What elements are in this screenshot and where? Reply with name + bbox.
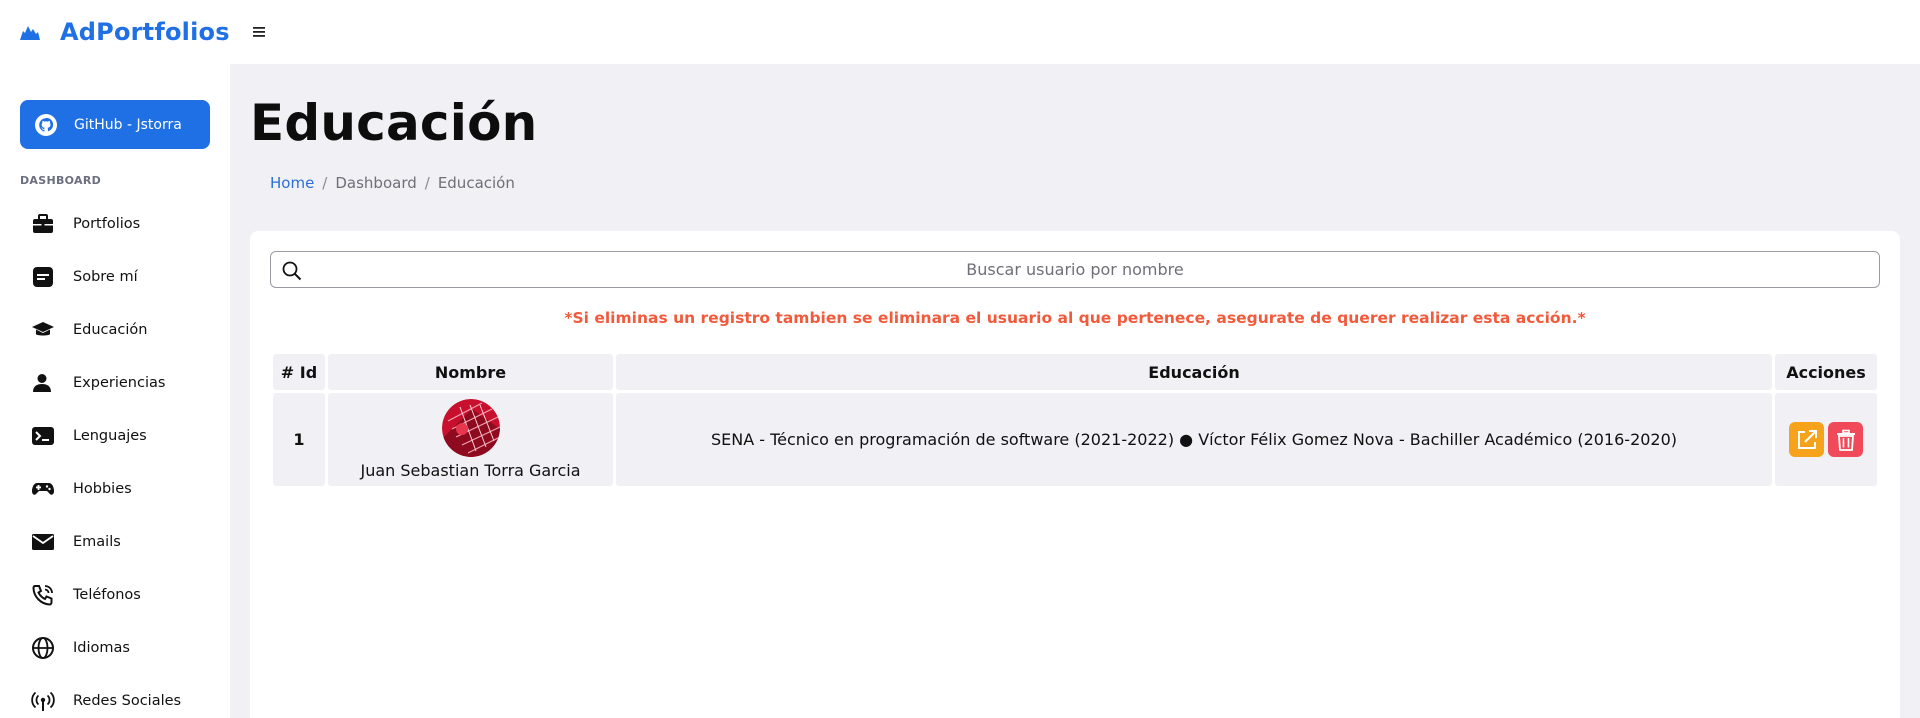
- sidebar-item-redes-sociales[interactable]: Redes Sociales: [0, 674, 230, 718]
- column-header-name: Nombre: [328, 354, 613, 390]
- breadcrumb-separator: /: [322, 174, 328, 192]
- user-icon: [33, 373, 51, 392]
- education-table: # Id Nombre Educación Acciones 1 Juan Se…: [270, 351, 1880, 489]
- search-box: [270, 251, 1880, 288]
- broadcast-icon: [31, 691, 55, 711]
- sidebar: GitHub - Jstorra DASHBOARD Portfolios So…: [0, 64, 230, 718]
- page-title: Educación: [250, 94, 538, 152]
- sidebar-item-experiencias[interactable]: Experiencias: [0, 356, 230, 409]
- row-actions: [1775, 422, 1877, 457]
- main-content: Educación Home / Dashboard / Educación *…: [230, 64, 1920, 718]
- sidebar-item-label: Redes Sociales: [73, 692, 182, 709]
- sidebar-item-label: Educación: [73, 321, 148, 338]
- breadcrumb: Home / Dashboard / Educación: [270, 174, 515, 192]
- breadcrumb-home-link[interactable]: Home: [270, 174, 314, 192]
- sidebar-nav: Portfolios Sobre mí Educación Experienci…: [0, 197, 230, 718]
- envelope-icon: [32, 533, 54, 550]
- edit-button[interactable]: [1789, 422, 1824, 457]
- row-education: SENA - Técnico en programación de softwa…: [616, 393, 1772, 486]
- delete-button[interactable]: [1828, 422, 1863, 457]
- sidebar-item-educacion[interactable]: Educación: [0, 303, 230, 356]
- breadcrumb-separator: /: [424, 174, 430, 192]
- graduation-cap-icon: [32, 321, 54, 335]
- sidebar-item-label: Lenguajes: [73, 427, 147, 444]
- sidebar-item-label: Sobre mí: [73, 268, 138, 285]
- github-icon: [35, 113, 57, 136]
- sidebar-item-label: Hobbies: [73, 480, 132, 497]
- sidebar-item-portfolios[interactable]: Portfolios: [0, 197, 230, 250]
- github-button-label: GitHub - Jstorra: [74, 116, 182, 133]
- breadcrumb-dashboard: Dashboard: [335, 174, 417, 192]
- trash-icon: [1836, 429, 1855, 451]
- row-actions-cell: [1775, 393, 1877, 486]
- row-name: Juan Sebastian Torra Garcia: [360, 461, 581, 480]
- search-icon: [282, 261, 302, 281]
- note-icon: [33, 266, 53, 287]
- row-id: 1: [273, 393, 325, 486]
- sidebar-item-telefonos[interactable]: Teléfonos: [0, 568, 230, 621]
- github-button[interactable]: GitHub - Jstorra: [20, 100, 210, 149]
- column-header-id: # Id: [273, 354, 325, 390]
- sidebar-section-label: DASHBOARD: [20, 174, 102, 187]
- briefcase-icon: [33, 213, 53, 233]
- sidebar-item-label: Emails: [73, 533, 121, 550]
- delete-warning-text: *Si eliminas un registro tambien se elim…: [564, 309, 1586, 327]
- terminal-icon: [32, 426, 54, 445]
- table-header-row: # Id Nombre Educación Acciones: [273, 354, 1877, 390]
- sidebar-item-hobbies[interactable]: Hobbies: [0, 462, 230, 515]
- sidebar-item-sobre-mi[interactable]: Sobre mí: [0, 250, 230, 303]
- brand[interactable]: AdPortfolios: [18, 16, 230, 48]
- brand-name: AdPortfolios: [60, 18, 230, 46]
- top-header: AdPortfolios: [0, 0, 1920, 64]
- sidebar-item-label: Teléfonos: [73, 586, 141, 603]
- sidebar-item-label: Portfolios: [73, 215, 141, 232]
- education-card: *Si eliminas un registro tambien se elim…: [250, 231, 1900, 718]
- breadcrumb-current: Educación: [437, 174, 515, 192]
- gamepad-icon: [32, 482, 54, 495]
- column-header-education: Educación: [616, 354, 1772, 390]
- sidebar-item-label: Experiencias: [73, 374, 166, 391]
- sidebar-item-label: Idiomas: [73, 639, 130, 656]
- avatar: [441, 399, 500, 457]
- sidebar-item-lenguajes[interactable]: Lenguajes: [0, 409, 230, 462]
- row-name-cell: Juan Sebastian Torra Garcia: [328, 393, 613, 486]
- globe-icon: [32, 636, 54, 659]
- column-header-actions: Acciones: [1775, 354, 1877, 390]
- external-link-icon: [1797, 429, 1817, 449]
- search-input[interactable]: [271, 252, 1879, 287]
- logo-icon: [20, 26, 40, 40]
- sidebar-item-idiomas[interactable]: Idiomas: [0, 621, 230, 674]
- table-row: 1 Juan Sebastian Torra Garcia SENA - Téc…: [273, 393, 1877, 486]
- sidebar-item-emails[interactable]: Emails: [0, 515, 230, 568]
- hamburger-menu-icon[interactable]: [250, 22, 270, 42]
- phone-icon: [32, 584, 53, 606]
